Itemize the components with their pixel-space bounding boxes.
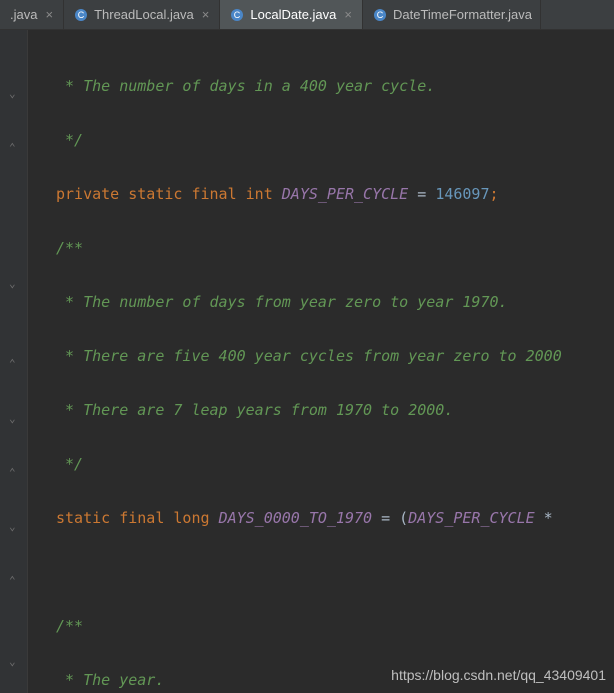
operator: * bbox=[535, 509, 553, 527]
comment-end: */ bbox=[56, 131, 83, 149]
comment-end: */ bbox=[56, 455, 83, 473]
tab-label: DateTimeFormatter.java bbox=[393, 7, 532, 22]
keyword: static bbox=[56, 509, 110, 527]
editor-tab-bar: .java × C ThreadLocal.java × C LocalDate… bbox=[0, 0, 614, 30]
constant-ref: DAYS_PER_CYCLE bbox=[408, 509, 534, 527]
number-literal: 146097 bbox=[435, 185, 489, 203]
svg-text:C: C bbox=[78, 10, 85, 20]
editor-area: ⌄ ⌃ ⌄ ⌃ ⌄ ⌃ ⌄ ⌃ ⌄ * The number of days i… bbox=[0, 30, 614, 693]
type: long bbox=[173, 509, 209, 527]
javadoc-start: /** bbox=[56, 239, 83, 257]
operator: = bbox=[408, 185, 435, 203]
type: int bbox=[246, 185, 273, 203]
fold-open-icon[interactable]: ⌃ bbox=[9, 575, 16, 586]
tab-label: .java bbox=[10, 7, 37, 22]
fold-open-icon[interactable]: ⌃ bbox=[9, 467, 16, 478]
svg-text:C: C bbox=[234, 10, 241, 20]
tab-label: ThreadLocal.java bbox=[94, 7, 194, 22]
semicolon: ; bbox=[490, 185, 499, 203]
java-class-icon: C bbox=[230, 8, 244, 22]
keyword: private bbox=[56, 185, 119, 203]
fold-close-icon[interactable]: ⌄ bbox=[9, 656, 16, 667]
fold-open-icon[interactable]: ⌃ bbox=[9, 358, 16, 369]
javadoc-start: /** bbox=[56, 617, 83, 635]
close-icon[interactable]: × bbox=[342, 8, 354, 21]
gutter: ⌄ ⌃ ⌄ ⌃ ⌄ ⌃ ⌄ ⌃ ⌄ bbox=[0, 30, 28, 693]
keyword: static bbox=[128, 185, 182, 203]
comment-text: * The number of days from year zero to y… bbox=[56, 293, 508, 311]
tab-partial-java[interactable]: .java × bbox=[0, 0, 64, 29]
close-icon[interactable]: × bbox=[200, 8, 212, 21]
fold-close-icon[interactable]: ⌄ bbox=[9, 88, 16, 99]
comment-text: * There are five 400 year cycles from ye… bbox=[56, 347, 562, 365]
fold-open-icon[interactable]: ⌃ bbox=[9, 142, 16, 153]
comment-text: * The year. bbox=[56, 671, 164, 689]
code-editor[interactable]: * The number of days in a 400 year cycle… bbox=[28, 30, 614, 693]
comment-text: * The number of days in a 400 year cycle… bbox=[56, 77, 435, 95]
close-icon[interactable]: × bbox=[43, 8, 55, 21]
constant-name: DAYS_0000_TO_1970 bbox=[219, 509, 373, 527]
constant-name: DAYS_PER_CYCLE bbox=[282, 185, 408, 203]
tab-datetimeformatter[interactable]: C DateTimeFormatter.java bbox=[363, 0, 541, 29]
fold-close-icon[interactable]: ⌄ bbox=[9, 278, 16, 289]
tab-threadlocal[interactable]: C ThreadLocal.java × bbox=[64, 0, 220, 29]
java-class-icon: C bbox=[373, 8, 387, 22]
operator: = ( bbox=[372, 509, 408, 527]
keyword: final bbox=[119, 509, 164, 527]
tab-localdate[interactable]: C LocalDate.java × bbox=[220, 0, 363, 29]
keyword: final bbox=[191, 185, 236, 203]
fold-close-icon[interactable]: ⌄ bbox=[9, 521, 16, 532]
fold-close-icon[interactable]: ⌄ bbox=[9, 413, 16, 424]
comment-text: * There are 7 leap years from 1970 to 20… bbox=[56, 401, 453, 419]
java-class-icon: C bbox=[74, 8, 88, 22]
svg-text:C: C bbox=[377, 10, 384, 20]
tab-label: LocalDate.java bbox=[250, 7, 336, 22]
